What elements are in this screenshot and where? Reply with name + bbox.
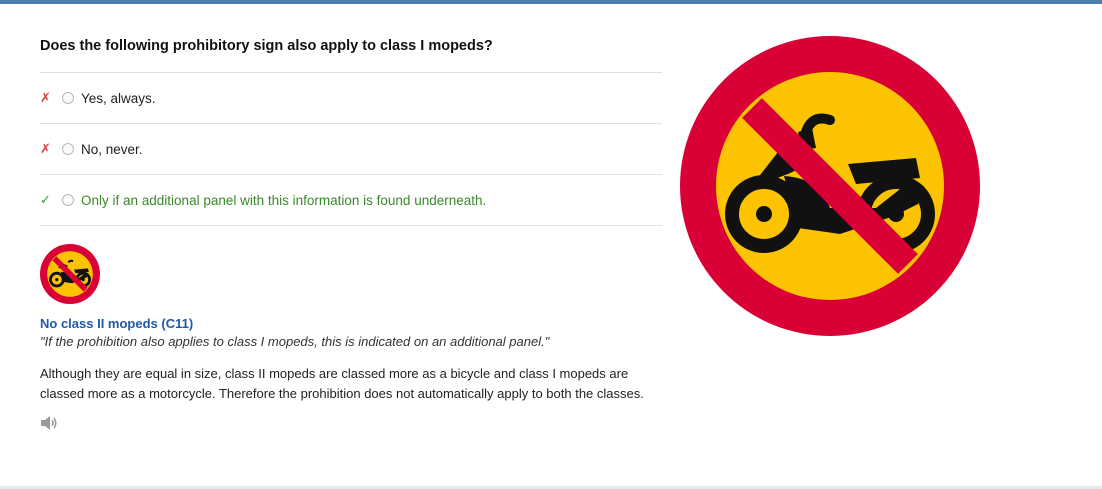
answer-option-2[interactable]: ✗ No, never. [40,124,662,175]
speaker-icon[interactable] [40,415,58,431]
wrong-mark-icon: ✗ [40,90,51,105]
question-panel: Does the following prohibitory sign also… [40,36,662,226]
sign-quote: "If the prohibition also applies to clas… [40,334,550,349]
top-accent-bar [0,0,1102,4]
answer-option-3[interactable]: ✓ Only if an additional panel with this … [40,175,662,226]
question-text: Does the following prohibitory sign also… [40,38,493,54]
answer-label: No, never. [81,141,143,157]
no-mopeds-sign-icon [680,36,980,336]
sign-title: No class II mopeds (C11) [40,316,194,331]
answer-radio[interactable] [62,194,74,206]
answer-list: ✗ Yes, always. ✗ No, never. ✓ Only if an… [40,72,662,226]
answer-label: Only if an additional panel with this in… [81,192,487,208]
explanation-panel: No class II mopeds (C11) "If the prohibi… [40,244,662,436]
answer-option-1[interactable]: ✗ Yes, always. [40,73,662,124]
answer-label: Yes, always. [81,90,156,106]
answer-radio[interactable] [62,143,74,155]
no-mopeds-sign-icon [40,244,100,304]
answer-radio[interactable] [62,92,74,104]
wrong-mark-icon: ✗ [40,141,51,156]
correct-mark-icon: ✓ [40,192,51,207]
explanation-text: Although they are equal in size, class I… [40,366,644,401]
